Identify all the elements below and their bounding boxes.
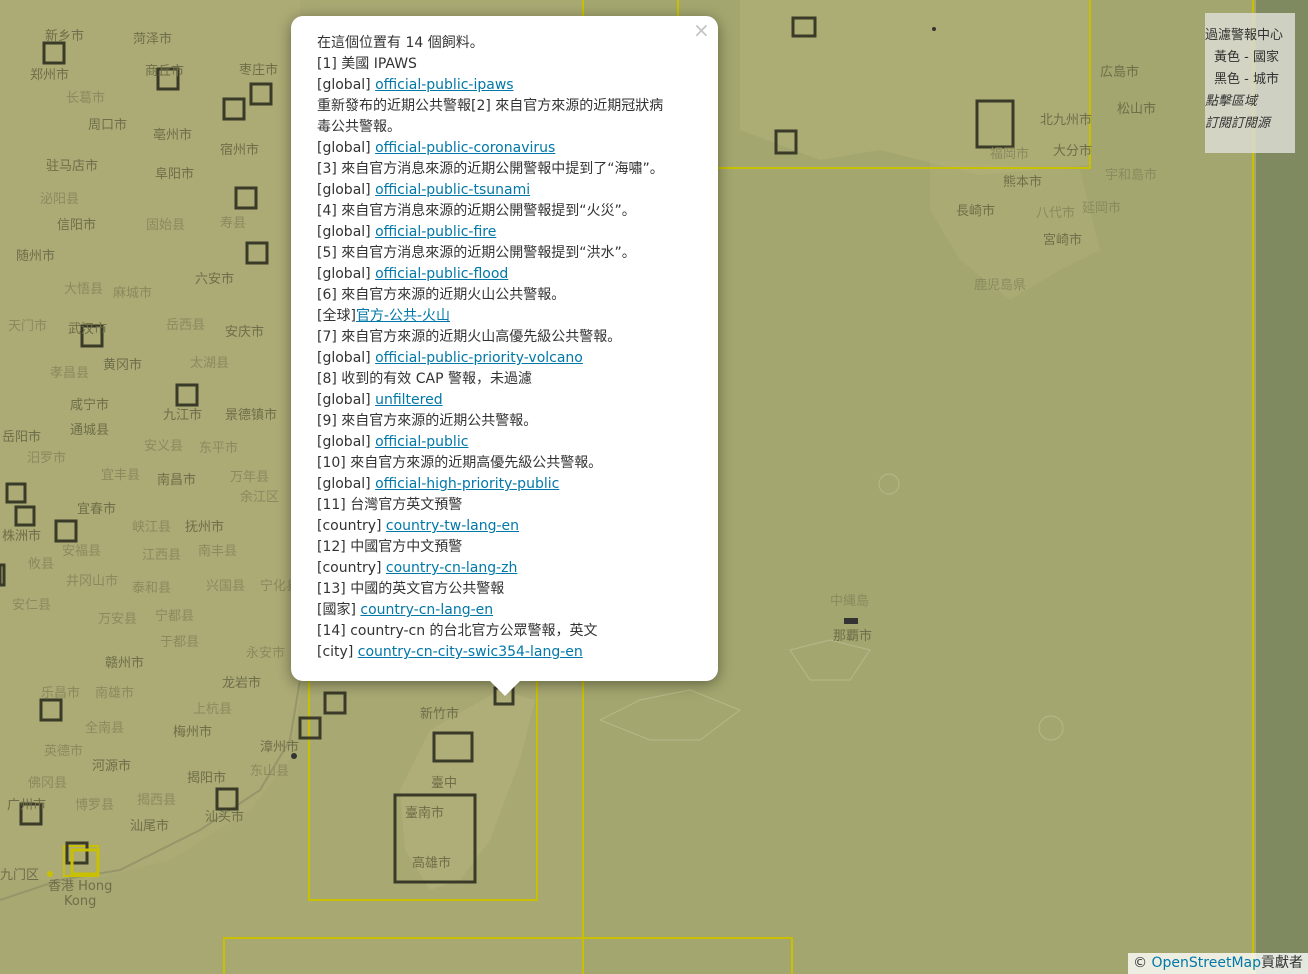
- feed-link-row: [全球]官方-公共-火山: [317, 306, 707, 327]
- feed-link-row: [global] official-public-coronavirus: [317, 138, 707, 159]
- feed-title: [13] 中國的英文官方公共警報: [317, 581, 505, 597]
- feed-scope: [國家]: [317, 602, 356, 618]
- feed-link-row: [country] country-cn-lang-zh: [317, 558, 707, 579]
- feed-link-row: [global] official-public: [317, 432, 707, 453]
- legend-black: 黑色 - 城市: [1214, 72, 1279, 87]
- feed-title: [14] country-cn 的台北官方公眾警報，英文: [317, 623, 598, 639]
- feed-link-row: [country] country-tw-lang-en: [317, 516, 707, 537]
- feed-scope: [country]: [317, 560, 382, 576]
- feed-scope: [global]: [317, 77, 371, 93]
- feed-scope: [global]: [317, 476, 371, 492]
- feed-link-row: [global] official-public-fire: [317, 222, 707, 243]
- popup-tip: [489, 680, 521, 696]
- feed-title: 毒公共警報。: [317, 119, 401, 135]
- feed-title: [9] 來自官方來源的近期公共警報。: [317, 413, 538, 429]
- feed-title: [5] 來自官方消息來源的近期公開警報提到“洪水”。: [317, 245, 636, 261]
- feed-scope: [city]: [317, 644, 354, 660]
- feed-scope: [全球]: [317, 308, 356, 324]
- feed-title: [3] 來自官方消息來源的近期公開警報中提到了“海嘯”。: [317, 161, 664, 177]
- feed-link-row: [global] official-high-priority-public: [317, 474, 707, 495]
- popup-content: 在這個位置有 14 個飼料。 [1] 美國 IPAWS [global] off…: [317, 33, 707, 663]
- feed-link[interactable]: unfiltered: [375, 392, 443, 408]
- feed-scope: [global]: [317, 266, 371, 282]
- feed-link[interactable]: official-public-ipaws: [375, 77, 513, 93]
- feed-link[interactable]: country-cn-city-swic354-lang-en: [358, 644, 583, 660]
- feed-title: [8] 收到的有效 CAP 警報，未過濾: [317, 371, 532, 387]
- feed-title: [12] 中國官方中文預警: [317, 539, 463, 555]
- feed-link-row: [國家] country-cn-lang-en: [317, 600, 707, 621]
- feed-scope: [global]: [317, 140, 371, 156]
- feed-scope: [global]: [317, 392, 371, 408]
- feed-title: 重新發布的近期公共警報[2] 來自官方來源的近期冠狀病: [317, 98, 664, 114]
- feed-link[interactable]: official-public-fire: [375, 224, 496, 240]
- feed-link-row: [global] official-public-flood: [317, 264, 707, 285]
- feed-link-row: [city] country-cn-city-swic354-lang-en: [317, 642, 707, 663]
- feed-link[interactable]: country-cn-lang-en: [360, 602, 493, 618]
- attribution-prefix: ©: [1133, 955, 1152, 971]
- attribution-suffix: 貢獻者: [1261, 955, 1303, 971]
- feed-link[interactable]: official-public-flood: [375, 266, 508, 282]
- popup-header: 在這個位置有 14 個飼料。: [317, 35, 484, 51]
- legend-title: 過濾警報中心: [1205, 28, 1284, 43]
- feed-title: [6] 來自官方來源的近期火山公共警報。: [317, 287, 566, 303]
- feed-scope: [global]: [317, 182, 371, 198]
- feed-link[interactable]: official-public: [375, 434, 468, 450]
- feed-title: [7] 來自官方來源的近期火山高優先級公共警報。: [317, 329, 622, 345]
- legend-click-region: 點擊區域: [1205, 94, 1258, 109]
- feed-link[interactable]: official-public-tsunami: [375, 182, 530, 198]
- feed-scope: [global]: [317, 434, 371, 450]
- feed-link[interactable]: official-high-priority-public: [375, 476, 559, 492]
- feed-link-row: [global] official-public-priority-volcan…: [317, 348, 707, 369]
- feed-title: [1] 美國 IPAWS: [317, 56, 417, 72]
- feed-title: [10] 來自官方來源的近期高優先級公共警報。: [317, 455, 603, 471]
- feed-link[interactable]: country-tw-lang-en: [386, 518, 519, 534]
- legend-panel: 過濾警報中心 黃色 - 國家 黑色 - 城市 點擊區域 訂閱訂閱源: [1205, 13, 1295, 153]
- legend-subscribe: 訂閱訂閱源: [1205, 116, 1271, 131]
- feed-scope: [global]: [317, 350, 371, 366]
- legend-yellow: 黃色 - 國家: [1214, 50, 1279, 65]
- osm-link[interactable]: OpenStreetMap: [1152, 955, 1261, 971]
- feed-scope: [global]: [317, 224, 371, 240]
- feed-link[interactable]: country-cn-lang-zh: [386, 560, 517, 576]
- feed-title: [11] 台灣官方英文預警: [317, 497, 463, 513]
- feed-link-row: [global] official-public-ipaws: [317, 75, 707, 96]
- feed-link[interactable]: official-public-priority-volcano: [375, 350, 583, 366]
- feed-link[interactable]: 官方-公共-火山: [356, 308, 450, 324]
- feed-link[interactable]: official-public-coronavirus: [375, 140, 555, 156]
- feed-title: [4] 來自官方消息來源的近期公開警報提到“火災”。: [317, 203, 636, 219]
- feed-scope: [country]: [317, 518, 382, 534]
- feed-link-row: [global] unfiltered: [317, 390, 707, 411]
- map-attribution: © OpenStreetMap貢獻者: [1128, 953, 1308, 974]
- feed-link-row: [global] official-public-tsunami: [317, 180, 707, 201]
